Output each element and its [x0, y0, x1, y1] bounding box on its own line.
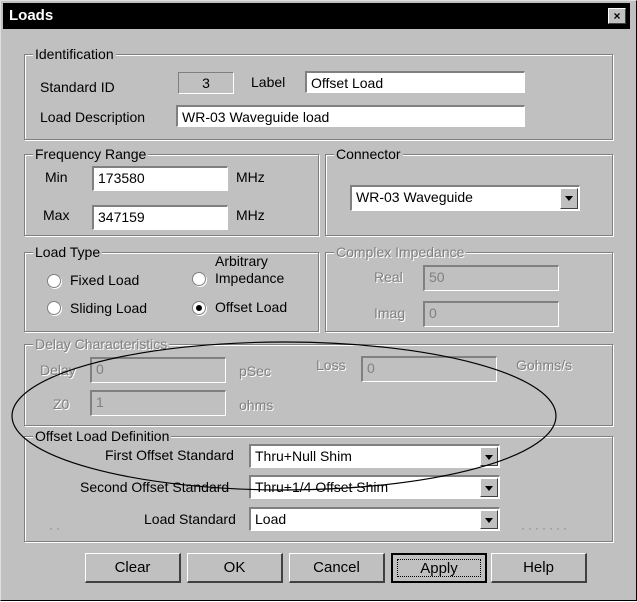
- min-frequency-input[interactable]: 173580: [92, 166, 228, 191]
- second-offset-standard-label: Second Offset Standard: [80, 479, 230, 495]
- loss-input: 0: [361, 356, 497, 382]
- max-unit-label: MHz: [236, 207, 265, 223]
- connector-select[interactable]: WR-03 Waveguide: [350, 185, 580, 211]
- identification-group: Identification: [24, 46, 613, 140]
- load-description-label: Load Description: [40, 109, 146, 125]
- real-label: Real: [374, 269, 403, 285]
- max-label: Max: [43, 207, 70, 223]
- first-offset-standard-label: First Offset Standard: [105, 447, 234, 463]
- connector-value: WR-03 Waveguide: [356, 189, 473, 205]
- standard-id-label: Standard ID: [40, 79, 115, 95]
- second-offset-standard-value: Thru+1/4 Offset Shim: [255, 479, 389, 495]
- apply-button[interactable]: Apply: [391, 553, 487, 583]
- label-input[interactable]: Offset Load: [305, 71, 525, 93]
- sliding-load-label[interactable]: Sliding Load: [70, 300, 147, 316]
- window-title: Loads: [9, 7, 54, 24]
- close-icon[interactable]: ×: [608, 8, 626, 24]
- decorative-dots-left: ··: [49, 521, 63, 535]
- label-label: Label: [251, 74, 286, 90]
- loads-dialog: Loads × Identification Standard ID 3 Lab…: [0, 0, 637, 601]
- load-standard-label: Load Standard: [144, 511, 236, 527]
- delay-unit-label: pSec: [239, 363, 271, 379]
- identification-legend: Identification: [33, 46, 116, 62]
- title-bar[interactable]: Loads ×: [3, 3, 630, 29]
- load-description-input[interactable]: WR-03 Waveguide load: [176, 105, 525, 127]
- delay-input: 0: [90, 357, 226, 383]
- arbitrary-label[interactable]: Arbitrary: [215, 253, 268, 269]
- impedance-label[interactable]: Impedance: [215, 270, 284, 286]
- load-type-legend: Load Type: [33, 244, 103, 260]
- loss-unit-label: Gohms/s: [516, 357, 573, 373]
- z0-unit-label: ohms: [239, 397, 274, 413]
- chevron-down-icon[interactable]: [480, 478, 498, 497]
- help-button[interactable]: Help: [491, 553, 587, 583]
- second-offset-standard-select[interactable]: Thru+1/4 Offset Shim: [249, 475, 500, 499]
- chevron-down-icon[interactable]: [480, 510, 498, 529]
- ok-button[interactable]: OK: [187, 553, 283, 583]
- z0-label: Z0: [53, 396, 70, 412]
- chevron-down-icon[interactable]: [560, 188, 578, 209]
- radio-fixed-load[interactable]: [47, 274, 61, 288]
- real-input: 50: [423, 265, 559, 291]
- load-type-group: Load Type: [24, 244, 319, 332]
- chevron-down-icon[interactable]: [480, 447, 498, 466]
- delay-characteristics-legend: Delay Characteristics: [33, 336, 170, 352]
- radio-arbitrary-impedance[interactable]: [192, 272, 206, 286]
- first-offset-standard-value: Thru+Null Shim: [255, 448, 352, 464]
- connector-legend: Connector: [334, 146, 403, 162]
- cancel-button[interactable]: Cancel: [289, 553, 385, 583]
- clear-button[interactable]: Clear: [85, 553, 181, 583]
- offset-load-label[interactable]: Offset Load: [215, 299, 287, 315]
- load-standard-value: Load: [255, 511, 287, 527]
- min-label: Min: [45, 169, 68, 185]
- first-offset-standard-select[interactable]: Thru+Null Shim: [249, 444, 500, 468]
- complex-impedance-legend: Complex Impedance: [334, 244, 467, 260]
- radio-sliding-load[interactable]: [47, 301, 61, 315]
- apply-button-label: Apply: [420, 560, 458, 577]
- imag-input: 0: [423, 301, 559, 327]
- max-frequency-input[interactable]: 347159: [92, 205, 228, 230]
- fixed-load-label[interactable]: Fixed Load: [70, 272, 139, 288]
- loss-label: Loss: [316, 357, 346, 373]
- imag-label: Imag: [374, 305, 406, 321]
- delay-label: Delay: [40, 362, 76, 378]
- load-standard-select[interactable]: Load: [249, 507, 500, 531]
- z0-input: 1: [90, 390, 226, 416]
- radio-offset-load[interactable]: [192, 301, 206, 315]
- offset-load-definition-legend: Offset Load Definition: [33, 428, 172, 444]
- min-unit-label: MHz: [236, 169, 265, 185]
- decorative-dots-right: ·······: [521, 521, 570, 535]
- frequency-range-legend: Frequency Range: [33, 146, 149, 162]
- standard-id-value: 3: [178, 72, 234, 94]
